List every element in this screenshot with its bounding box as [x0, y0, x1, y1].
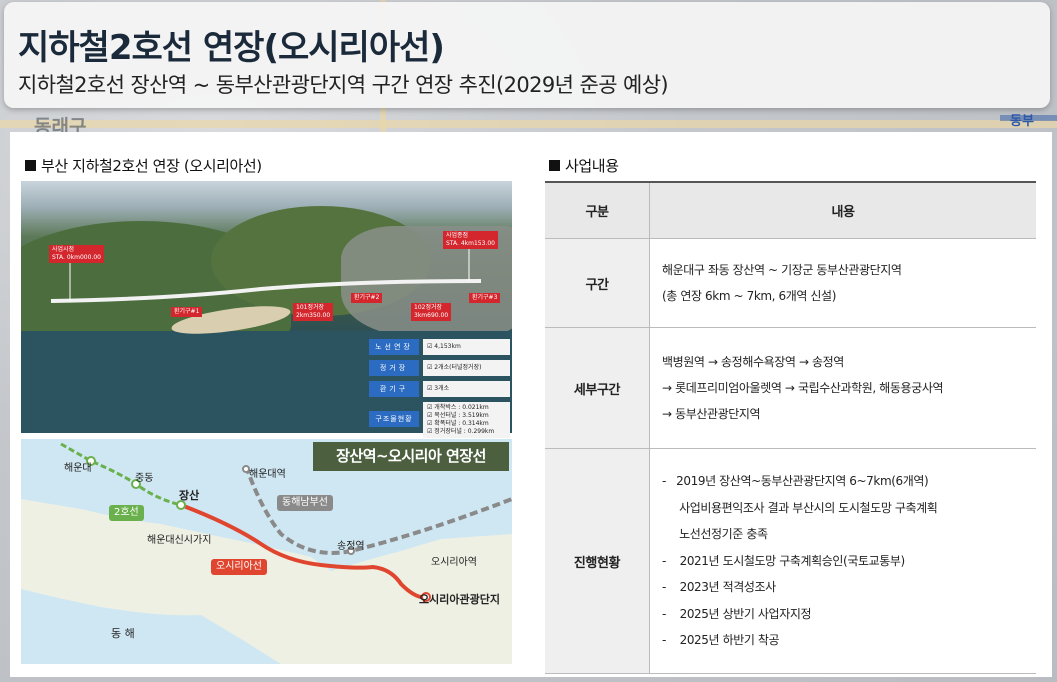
table-cell-content: 백병원역 → 송정해수욕장역 → 송정역 → 롯데프리미엄아울렛역 → 국립수산…: [649, 327, 1036, 449]
legend-structure-item: ☑ 복선터널 : 3.519km: [427, 412, 489, 419]
legend-value: ☑ 4,153km: [423, 339, 510, 355]
legend-key: 구조물현황: [369, 411, 419, 427]
table-header-content: 내용: [649, 181, 1036, 239]
table-header-row: 구분 내용: [545, 181, 1036, 239]
map-label-osiria-tour: 오시리아관광단지: [419, 593, 500, 606]
table-line: - 2019년 장산역~동부산관광단지역 6~7km(6개역): [662, 474, 929, 489]
aerial-start-sta: STA. 0km000.00: [52, 254, 101, 261]
right-section-title: 사업내용: [549, 155, 619, 176]
map-tag-donghae-line: 동해남부선: [277, 495, 333, 511]
table-line: → 롯데프리미엄아울렛역 → 국립수산과학원, 해동용궁사역: [662, 381, 944, 395]
aerial-start-label: 사업시점: [52, 246, 75, 253]
legend-key: 정거장: [369, 360, 419, 376]
right-section-title-text: 사업내용: [565, 157, 619, 175]
legend-key: 노선연장: [369, 339, 419, 355]
table-line: - 2025년 하반기 착공: [662, 633, 780, 648]
route-map-title: 장산역~오시리아 연장선: [313, 442, 509, 471]
table-line: - 2021년 도시철도망 구축계획승인(국토교통부): [662, 553, 905, 568]
table-header-category: 구분: [545, 181, 650, 239]
map-label-haeundae: 해운대: [64, 463, 92, 474]
map-label-new-city: 해운대신시가지: [147, 535, 212, 546]
table-cell-label: 진행현황: [545, 448, 650, 674]
legend-structure-item: ☑ 정거장터널 : 0.299km: [427, 428, 495, 435]
aerial-station-102-tag: 102정거장 3km690.00: [411, 303, 452, 321]
map-label-east-sea: 동 해: [111, 627, 135, 640]
table-line: 노선선정기준 충족: [662, 527, 768, 542]
aerial-station-101-km: 2km350.00: [296, 312, 331, 319]
map-label-jangsan: 장산: [179, 489, 200, 502]
table-cell-label: 세부구간: [545, 327, 650, 449]
legend-row: 환기구 ☑ 3개소: [369, 381, 510, 399]
table-line: 해운대구 좌동 장산역 ~ 기장군 동부산관광단지역: [662, 263, 902, 277]
legend-structure-item: ☑ 개착박스 : 0.021km: [427, 404, 489, 411]
map-tag-line2: 2호선: [109, 505, 144, 521]
table-line: - 2023년 적격성조사: [662, 580, 776, 595]
legend-structure-item: ☑ 확폭터널 : 0.314km: [427, 420, 489, 427]
legend-value: ☑ 3개소: [423, 381, 510, 397]
map-label-haeundae-station: 해운대역: [249, 469, 286, 480]
table-row: 세부구간 백병원역 → 송정해수욕장역 → 송정역 → 롯데프리미엄아울렛역 →…: [545, 327, 1036, 449]
legend-row: 노선연장 ☑ 4,153km: [369, 339, 510, 357]
aerial-vent1-tag: 환기구#1: [171, 307, 203, 317]
map-tag-osiria-line: 오시리아선: [211, 559, 267, 575]
aerial-end-label: 사업종점: [446, 232, 469, 239]
table-line: (총 연장 6km ~ 7km, 6개역 신설): [662, 289, 836, 303]
square-bullet-icon: [25, 160, 36, 171]
aerial-station-102-label: 102정거장: [414, 304, 443, 311]
table-line: 사업비용편익조사 결과 부산시의 도시철도망 구축계획: [662, 500, 938, 515]
aerial-station-101-label: 101정거장: [296, 304, 325, 311]
legend-value: ☑ 2개소(터널정거장): [423, 360, 510, 376]
table-cell-content: 해운대구 좌동 장산역 ~ 기장군 동부산관광단지역 (총 연장 6km ~ 7…: [649, 238, 1036, 328]
legend-structure-list: ☑ 개착박스 : 0.021km ☑ 복선터널 : 3.519km ☑ 확폭터널…: [423, 402, 510, 438]
table-line: - 2025년 상반기 사업자지정: [662, 606, 812, 621]
table-line: 백병원역 → 송정해수욕장역 → 송정역: [662, 355, 844, 369]
legend-value-text: 3개소: [434, 385, 450, 392]
table-row: 진행현황 - 2019년 장산역~동부산관광단지역 6~7km(6개역) 사업비…: [545, 448, 1036, 674]
aerial-station-102-km: 3km690.00: [414, 312, 449, 319]
legend-value-text: 4,153km: [434, 343, 461, 350]
legend-row: 구조물현황 ☑ 개착박스 : 0.021km ☑ 복선터널 : 3.519km …: [369, 402, 510, 438]
aerial-end-tag: 사업종점 STA. 4km153.00: [443, 231, 498, 249]
line2-track: [60, 442, 182, 507]
page-title: 지하철2호선 연장(오시리아선): [18, 28, 445, 68]
table-line: → 동부산관광단지역: [662, 407, 761, 421]
table-cell-content: - 2019년 장산역~동부산관광단지역 6~7km(6개역) 사업비용편익조사…: [649, 448, 1036, 674]
route-map: 장산역~오시리아 연장선 해운대 중동 장산 해운대역 동해남부선 2호선 해운…: [21, 439, 512, 664]
header-card: 지하철2호선 연장(오시리아선) 지하철2호선 장산역 ~ 동부산관광단지역 구…: [4, 2, 1050, 108]
table-row: 구간 해운대구 좌동 장산역 ~ 기장군 동부산관광단지역 (총 연장 6km …: [545, 238, 1036, 328]
aerial-vent2-tag: 환기구#2: [351, 293, 383, 303]
map-label-songjeong: 송정역: [337, 541, 365, 552]
aerial-legend: 노선연장 ☑ 4,153km 정거장 ☑ 2개소(터널정거장) 환기구 ☑ 3개…: [369, 339, 510, 441]
map-label-jungdong: 중동: [135, 473, 154, 484]
map-district-label-right: 동부: [1010, 114, 1034, 129]
legend-row: 정거장 ☑ 2개소(터널정거장): [369, 360, 510, 378]
page-subtitle: 지하철2호선 장산역 ~ 동부산관광단지역 구간 연장 추진(2029년 준공 …: [18, 73, 669, 97]
aerial-route-path: [50, 279, 482, 303]
legend-structure-text: 복선터널 : 3.519km: [434, 412, 489, 419]
map-road: [0, 120, 1057, 128]
legend-structure-text: 개착박스 : 0.021km: [434, 404, 489, 411]
legend-key: 환기구: [369, 381, 419, 397]
legend-value-text: 2개소(터널정거장): [434, 364, 482, 371]
aerial-station-101-tag: 101정거장 2km350.00: [293, 303, 334, 321]
square-bullet-icon: [549, 160, 560, 171]
map-label-osiria-station: 오시리아역: [431, 557, 477, 568]
project-table: 구분 내용 구간 해운대구 좌동 장산역 ~ 기장군 동부산관광단지역 (총 연…: [545, 181, 1036, 674]
table-cell-label: 구간: [545, 238, 650, 328]
project-info-table: 구분 내용 구간 해운대구 좌동 장산역 ~ 기장군 동부산관광단지역 (총 연…: [545, 181, 1036, 674]
aerial-vent3-tag: 환기구#3: [469, 293, 501, 303]
left-section-title: 부산 지하철2호선 연장 (오시리아선): [25, 155, 262, 176]
legend-structure-text: 정거장터널 : 0.299km: [434, 428, 495, 435]
aerial-end-sta: STA. 4km153.00: [446, 240, 495, 247]
left-section-title-text: 부산 지하철2호선 연장 (오시리아선): [41, 157, 262, 175]
legend-structure-text: 확폭터널 : 0.314km: [434, 420, 489, 427]
aerial-start-tag: 사업시점 STA. 0km000.00: [49, 245, 104, 263]
